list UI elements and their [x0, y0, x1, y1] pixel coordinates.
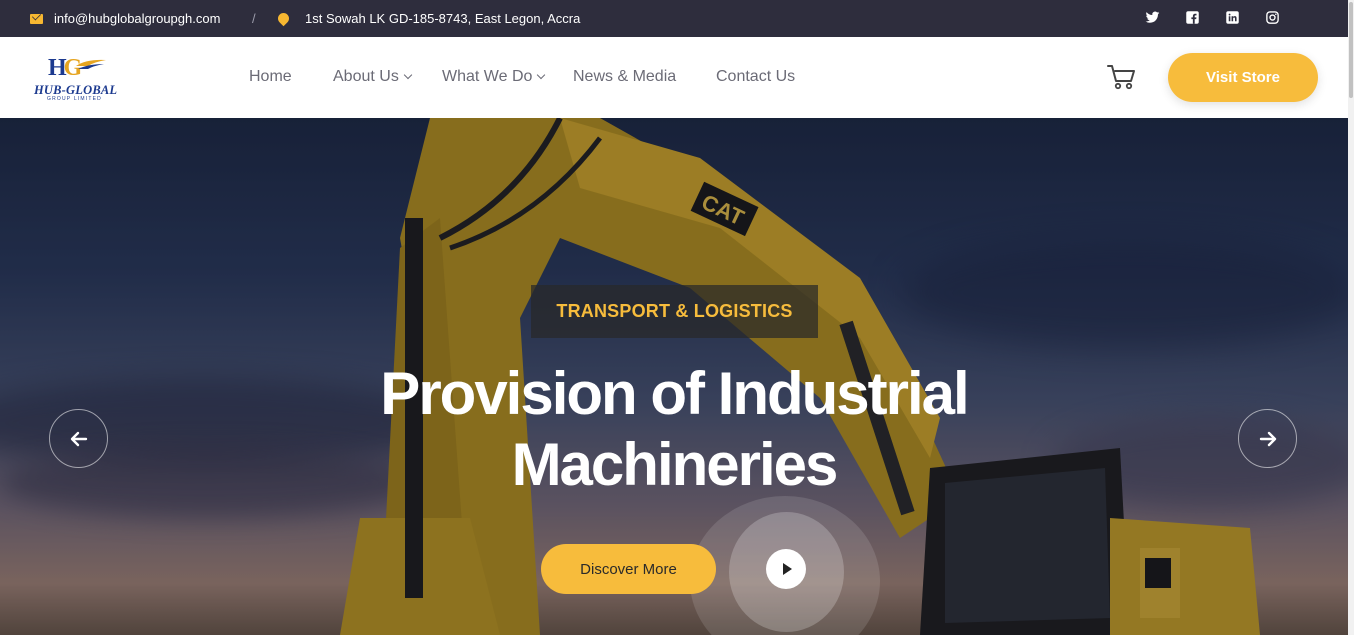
- headline-line-2: Machineries: [511, 431, 839, 498]
- hero-headline: Provision of Industrial Machineries: [330, 358, 1018, 500]
- top-info-bar: info@hubglobalgroupgh.com / 1st Sowah LK…: [0, 0, 1348, 37]
- address-contact: 1st Sowah LK GD-185-8743, East Legon, Ac…: [275, 0, 581, 37]
- linkedin-icon[interactable]: [1225, 10, 1240, 25]
- site-logo[interactable]: HG HUB-GLOBAL GROUP LIMITED: [34, 55, 126, 102]
- email-contact[interactable]: info@hubglobalgroupgh.com: [30, 0, 220, 37]
- nav-item-news-media[interactable]: News & Media: [573, 68, 676, 86]
- nav-item-what-we-do[interactable]: What We Do: [442, 68, 546, 86]
- nav-item-home[interactable]: Home: [249, 68, 292, 86]
- email-text[interactable]: info@hubglobalgroupgh.com: [54, 11, 220, 26]
- page-scrollbar[interactable]: [1348, 0, 1354, 635]
- nav-item-label: About Us: [333, 68, 399, 85]
- envelope-icon: [30, 13, 43, 24]
- play-video-button[interactable]: [766, 549, 806, 589]
- headline-line-1: Provision of Industrial: [380, 360, 969, 427]
- nav-item-contact-us[interactable]: Contact Us: [716, 68, 795, 86]
- topbar-separator: /: [252, 11, 256, 26]
- scrollbar-thumb[interactable]: [1349, 2, 1353, 98]
- chevron-down-icon: [403, 70, 413, 79]
- hero-category-tag: TRANSPORT & LOGISTICS: [531, 285, 818, 338]
- logo-tagline: GROUP LIMITED: [47, 96, 102, 102]
- nav-item-about-us[interactable]: About Us: [333, 68, 413, 86]
- facebook-icon[interactable]: [1185, 10, 1200, 25]
- twitter-icon[interactable]: [1145, 10, 1160, 25]
- nav-item-label: Home: [249, 68, 292, 85]
- chevron-down-icon: [537, 70, 546, 79]
- slider-prev-button[interactable]: [49, 409, 108, 468]
- visit-store-button[interactable]: Visit Store: [1168, 53, 1318, 102]
- discover-more-button[interactable]: Discover More: [541, 544, 716, 594]
- shopping-cart-icon[interactable]: [1106, 63, 1138, 91]
- nav-item-label: What We Do: [442, 68, 533, 85]
- arrow-right-icon: [1259, 431, 1276, 446]
- arrow-left-icon: [70, 431, 87, 446]
- logo-wing-icon: [76, 59, 106, 69]
- play-icon: [783, 563, 792, 575]
- nav-item-label: News & Media: [573, 68, 677, 85]
- logo-mark: HG: [48, 55, 82, 81]
- address-text: 1st Sowah LK GD-185-8743, East Legon, Ac…: [305, 11, 581, 26]
- slider-next-button[interactable]: [1238, 409, 1297, 468]
- map-pin-icon: [275, 10, 292, 27]
- hero-slider: CAT TRANSPORT & LOGISTICS Provision of I…: [0, 118, 1348, 635]
- nav-item-label: Contact Us: [716, 68, 796, 85]
- instagram-icon[interactable]: [1265, 10, 1280, 25]
- site-header: HG HUB-GLOBAL GROUP LIMITED Home About U…: [0, 37, 1348, 118]
